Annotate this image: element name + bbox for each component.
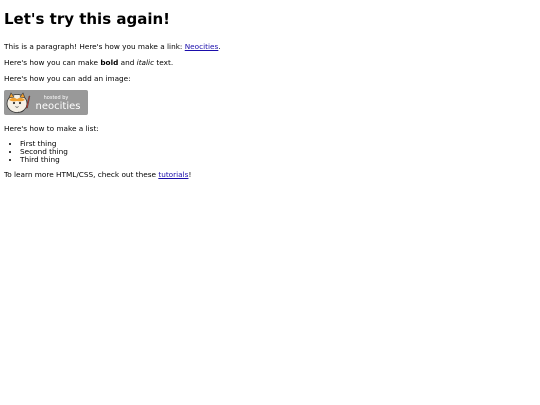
image-paragraph: Here's how you can add an image: <box>4 74 131 83</box>
hosted-by-neocities-badge: hosted by neocities <box>4 90 88 115</box>
learn-text-end: ! <box>188 170 192 179</box>
list-item: Third thing <box>20 156 530 164</box>
page-heading: Let's try this again! <box>4 10 170 28</box>
tutorials-link[interactable]: tutorials <box>158 170 188 179</box>
list-paragraph: Here's how to make a list: <box>4 124 99 133</box>
format-text-end: text. <box>154 58 174 67</box>
badge-brand-text: neocities <box>36 101 81 112</box>
learn-paragraph: To learn more HTML/CSS, check out these … <box>4 170 530 179</box>
bullet-list: First thing Second thing Third thing <box>4 140 530 164</box>
format-paragraph: Here's how you can make bold and italic … <box>4 58 530 67</box>
neocities-link[interactable]: Neocities <box>185 42 219 51</box>
page-body: Let's try this again! This is a paragrap… <box>0 0 530 397</box>
italic-text: italic <box>136 58 155 67</box>
list-item: First thing <box>20 140 530 148</box>
learn-text: To learn more HTML/CSS, check out these <box>4 170 159 179</box>
format-text-start: Here's how you can make <box>4 58 101 67</box>
bold-text: bold <box>100 58 119 67</box>
format-text-middle: and <box>118 58 137 67</box>
link-paragraph-end: . <box>218 42 221 51</box>
list-item: Second thing <box>20 148 530 156</box>
link-paragraph: This is a paragraph! Here's how you make… <box>4 42 530 51</box>
link-paragraph-text: This is a paragraph! Here's how you make… <box>4 42 185 51</box>
